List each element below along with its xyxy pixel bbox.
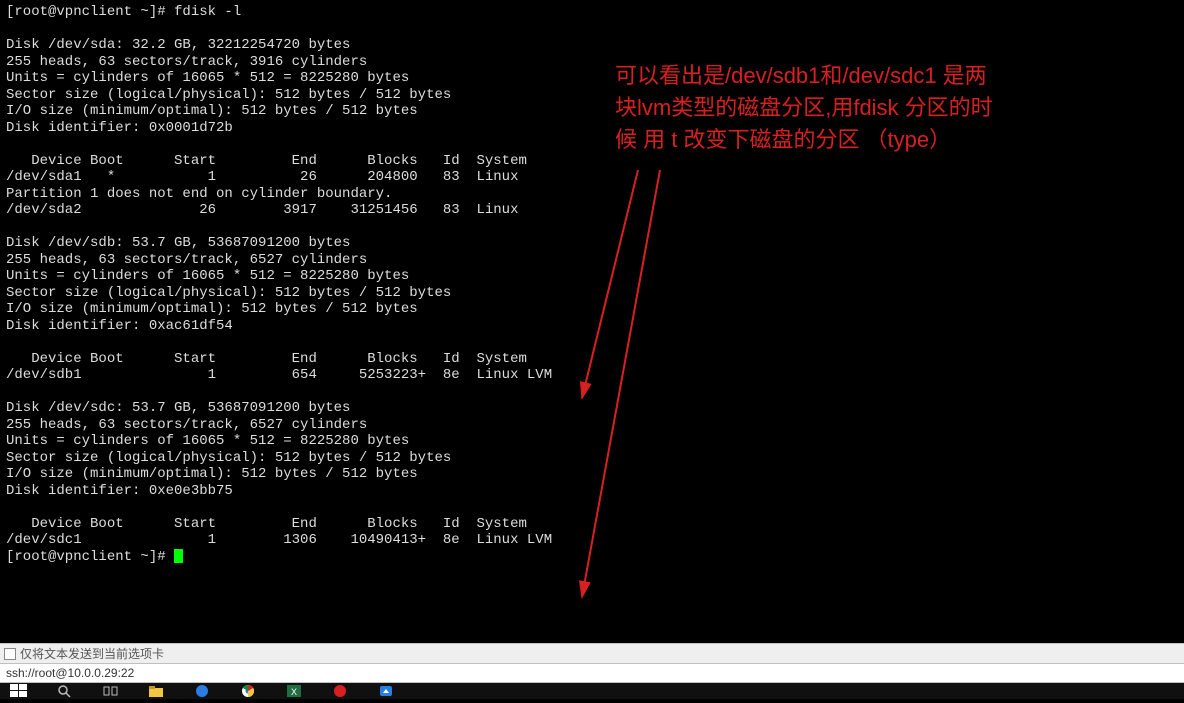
disk-sdc-info: I/O size (minimum/optimal): 512 bytes / … — [6, 466, 418, 482]
disk-sdb-info: Disk /dev/sdb: 53.7 GB, 53687091200 byte… — [6, 235, 350, 251]
disk-sdb-info: I/O size (minimum/optimal): 512 bytes / … — [6, 301, 418, 317]
annotation-line: 候 用 t 改变下磁盘的分区 （type） — [615, 124, 1175, 156]
svg-text:X: X — [291, 687, 297, 697]
partition-header: Device Boot Start End Blocks Id System — [6, 516, 527, 532]
disk-sdc-info: 255 heads, 63 sectors/track, 6527 cylind… — [6, 417, 367, 433]
annotation-text: 可以看出是/dev/sdb1和/dev/sdc1 是两 块lvm类型的磁盘分区,… — [615, 60, 1175, 156]
command-prompt: [root@vpnclient ~]# — [6, 549, 174, 565]
taskbar: X — [0, 683, 1184, 699]
app-icon[interactable] — [378, 684, 396, 698]
disk-sdb-info: Units = cylinders of 16065 * 512 = 82252… — [6, 268, 409, 284]
option-bar: 仅将文本发送到当前选项卡 — [0, 643, 1184, 663]
partition-row: /dev/sdb1 1 654 5253223+ 8e Linux LVM — [6, 367, 552, 383]
disk-sdb-info: Disk identifier: 0xac61df54 — [6, 318, 233, 334]
disk-sda-info: Disk identifier: 0x0001d72b — [6, 120, 233, 136]
disk-sdc-info: Disk /dev/sdc: 53.7 GB, 53687091200 byte… — [6, 400, 350, 416]
partition-header: Device Boot Start End Blocks Id System — [6, 153, 527, 169]
annotation-line: 块lvm类型的磁盘分区,用fdisk 分区的时 — [615, 92, 1175, 124]
disk-sda-info: Sector size (logical/physical): 512 byte… — [6, 87, 451, 103]
partition-header: Device Boot Start End Blocks Id System — [6, 351, 527, 367]
disk-sdb-info: 255 heads, 63 sectors/track, 6527 cylind… — [6, 252, 367, 268]
excel-icon[interactable]: X — [286, 684, 304, 698]
partition-row: /dev/sda1 * 1 26 204800 83 Linux — [6, 169, 518, 185]
option-label: 仅将文本发送到当前选项卡 — [20, 645, 164, 662]
edge-browser-icon[interactable] — [194, 684, 212, 698]
address-text: ssh://root@10.0.0.29:22 — [6, 666, 134, 680]
checkbox-unchecked-icon[interactable] — [4, 648, 16, 660]
command-line: [root@vpnclient ~]# fdisk -l — [6, 4, 241, 20]
disk-sdb-info: Sector size (logical/physical): 512 byte… — [6, 285, 451, 301]
windows-start-icon[interactable] — [10, 684, 28, 698]
partition-row: /dev/sda2 26 3917 31251456 83 Linux — [6, 202, 518, 218]
partition-row: /dev/sdc1 1 1306 10490413+ 8e Linux LVM — [6, 532, 552, 548]
task-view-icon[interactable] — [102, 684, 120, 698]
annotation-line: 可以看出是/dev/sdb1和/dev/sdc1 是两 — [615, 60, 1175, 92]
search-icon[interactable] — [56, 684, 74, 698]
disk-sda-info: I/O size (minimum/optimal): 512 bytes / … — [6, 103, 418, 119]
address-bar[interactable]: ssh://root@10.0.0.29:22 — [0, 663, 1184, 683]
disk-sdc-info: Disk identifier: 0xe0e3bb75 — [6, 483, 233, 499]
disk-sda-info: Disk /dev/sda: 32.2 GB, 32212254720 byte… — [6, 37, 350, 53]
disk-sdc-info: Sector size (logical/physical): 512 byte… — [6, 450, 451, 466]
disk-sda-info: Units = cylinders of 16065 * 512 = 82252… — [6, 70, 409, 86]
chrome-icon[interactable] — [240, 684, 258, 698]
disk-sda-info: 255 heads, 63 sectors/track, 3916 cylind… — [6, 54, 367, 70]
file-explorer-icon[interactable] — [148, 684, 166, 698]
disk-sdc-info: Units = cylinders of 16065 * 512 = 82252… — [6, 433, 409, 449]
cursor-icon — [174, 549, 183, 563]
app-icon[interactable] — [332, 684, 350, 698]
partition-note: Partition 1 does not end on cylinder bou… — [6, 186, 392, 202]
